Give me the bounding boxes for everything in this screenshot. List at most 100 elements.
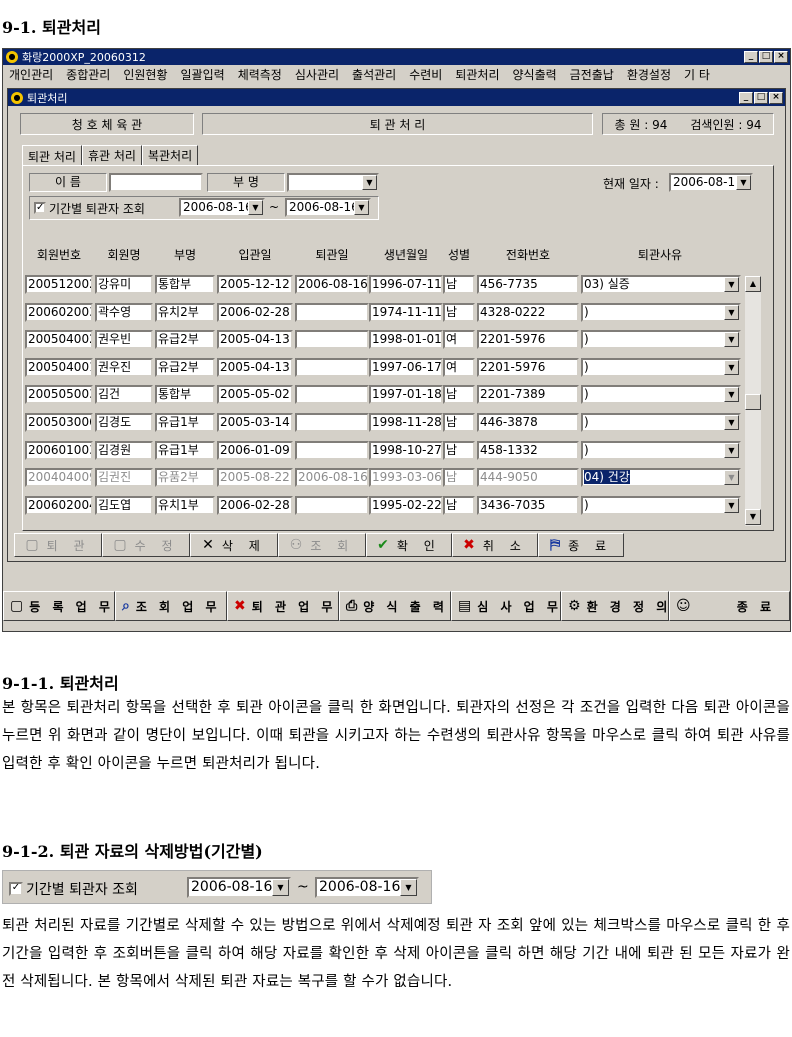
table-row[interactable]: 200505003 김건 통합부 2005-05-02 1997-01-18 남 2201-…: [23, 384, 743, 406]
child-close-icon[interactable]: ×: [769, 91, 783, 104]
table-row[interactable]: 200404009 김권진 유품2부 2005-08-22 2006-08-16 1993…: [23, 467, 743, 489]
menu-item[interactable]: 체력측정: [238, 66, 282, 83]
chevron-down-icon[interactable]: ▼: [724, 359, 739, 375]
cell-reason[interactable]: 03) 실증 ▼: [581, 275, 741, 294]
withdraw-button[interactable]: ▢ 퇴 관: [14, 533, 102, 557]
cell-birth[interactable]: 1974-11-11: [369, 302, 443, 322]
cell-sex[interactable]: 남: [443, 468, 475, 488]
cell-in[interactable]: 2006-02-28: [217, 495, 293, 515]
cell-in[interactable]: 2005-03-14: [217, 413, 293, 432]
withdraw-task-button[interactable]: ✖ 퇴 관 업 무: [227, 591, 339, 621]
menu-item[interactable]: 금전출납: [570, 66, 614, 83]
chevron-down-icon[interactable]: ▼: [362, 175, 377, 190]
close-button[interactable]: ⛿ 종 료: [538, 533, 624, 557]
snippet-to-select[interactable]: 2006-08-16 ▼: [315, 877, 419, 898]
cell-reason[interactable]: ) ▼: [581, 413, 741, 432]
cell-name[interactable]: 곽수영: [95, 302, 153, 322]
maximize-icon[interactable]: □: [759, 51, 773, 63]
today-select[interactable]: 2006-08-16 ▼: [669, 173, 753, 192]
menu-item[interactable]: 환경설정: [627, 66, 671, 83]
period-from-select[interactable]: 2006-08-16 ▼: [179, 198, 265, 217]
menu-item[interactable]: 기 타: [684, 66, 710, 83]
menu-item[interactable]: 종합관리: [66, 66, 110, 83]
cell-no[interactable]: 200601003: [25, 440, 93, 460]
exam-button[interactable]: ▤ 심 사 업 무: [451, 591, 561, 621]
chevron-down-icon[interactable]: ▼: [724, 442, 739, 458]
cell-sex[interactable]: 남: [443, 495, 475, 515]
dept-select[interactable]: ▼: [287, 173, 379, 192]
menu-item[interactable]: 퇴관처리: [455, 66, 499, 83]
cell-no[interactable]: 200503006: [25, 413, 93, 432]
menu-item[interactable]: 양식출력: [513, 66, 557, 83]
cell-name[interactable]: 김경도: [95, 413, 153, 432]
cell-reason[interactable]: ) ▼: [581, 330, 741, 350]
cell-reason[interactable]: ) ▼: [581, 357, 741, 377]
cell-birth[interactable]: 1997-01-18: [369, 385, 443, 405]
chevron-down-icon[interactable]: ▼: [724, 415, 739, 430]
cell-reason[interactable]: 04) 건강 ▼: [581, 468, 741, 488]
cell-no[interactable]: 200505003: [25, 385, 93, 405]
cell-name[interactable]: 김경원: [95, 440, 153, 460]
close-icon[interactable]: ×: [774, 51, 788, 63]
snippet-checkbox[interactable]: ✓: [9, 882, 23, 896]
cell-sex[interactable]: 남: [443, 413, 475, 432]
cell-tel[interactable]: 456-7735: [477, 275, 579, 294]
cell-out[interactable]: 2006-08-16: [295, 275, 369, 294]
scroll-down-icon[interactable]: ▼: [745, 509, 761, 525]
minimize-icon[interactable]: _: [744, 51, 758, 63]
cell-out[interactable]: [295, 357, 369, 377]
child-maximize-icon[interactable]: □: [754, 91, 768, 104]
cell-reason[interactable]: ) ▼: [581, 495, 741, 515]
table-row[interactable]: 200512002 강유미 통합부 2005-12-12 2006-08-16 1996-…: [23, 274, 743, 296]
scroll-thumb[interactable]: [745, 394, 761, 410]
cell-dept[interactable]: 유치2부: [155, 302, 215, 322]
cell-reason[interactable]: ) ▼: [581, 302, 741, 322]
cell-tel[interactable]: 2201-7389: [477, 385, 579, 405]
cell-out[interactable]: [295, 385, 369, 405]
cell-tel[interactable]: 444-9050: [477, 468, 579, 488]
cell-name[interactable]: 권우진: [95, 357, 153, 377]
cell-in[interactable]: 2005-08-22: [217, 468, 293, 488]
cell-birth[interactable]: 1995-02-22: [369, 495, 443, 515]
cell-out[interactable]: [295, 302, 369, 322]
cell-birth[interactable]: 1997-06-17: [369, 357, 443, 377]
cell-no[interactable]: 200504001: [25, 357, 93, 377]
cell-in[interactable]: 2005-05-02: [217, 385, 293, 405]
cell-no[interactable]: 200512002: [25, 275, 93, 294]
cell-sex[interactable]: 남: [443, 440, 475, 460]
tab-pause[interactable]: 휴관 처리: [81, 145, 142, 166]
cell-dept[interactable]: 유치1부: [155, 495, 215, 515]
chevron-down-icon[interactable]: ▼: [272, 879, 289, 896]
cell-birth[interactable]: 1998-10-27: [369, 440, 443, 460]
menu-item[interactable]: 개인관리: [9, 66, 53, 83]
cell-in[interactable]: 2005-04-13: [217, 357, 293, 377]
cell-name[interactable]: 권우빈: [95, 330, 153, 350]
cell-out[interactable]: [295, 413, 369, 432]
chevron-down-icon[interactable]: ▼: [400, 879, 417, 896]
chevron-down-icon[interactable]: ▼: [724, 277, 739, 292]
cell-in[interactable]: 2005-12-12: [217, 275, 293, 294]
cell-name[interactable]: 김도엽: [95, 495, 153, 515]
cell-out[interactable]: 2006-08-16: [295, 468, 369, 488]
table-row[interactable]: 200601003 김경원 유급1부 2006-01-09 1998-10-27 남 458…: [23, 440, 743, 462]
cell-dept[interactable]: 유급1부: [155, 413, 215, 432]
period-to-select[interactable]: 2006-08-16 ▼: [285, 198, 371, 217]
cell-sex[interactable]: 여: [443, 357, 475, 377]
cell-dept[interactable]: 유급2부: [155, 330, 215, 350]
chevron-down-icon[interactable]: ▼: [248, 200, 263, 215]
table-row[interactable]: 200602003 곽수영 유치2부 2006-02-28 1974-11-11 남 432…: [23, 302, 743, 324]
cell-dept[interactable]: 유품2부: [155, 468, 215, 488]
cell-in[interactable]: 2005-04-13: [217, 330, 293, 350]
delete-button[interactable]: ✕ 삭 제: [190, 533, 278, 557]
period-checkbox[interactable]: ✓: [34, 202, 46, 214]
exit-button[interactable]: ☺ 종 료: [669, 591, 790, 621]
menu-item[interactable]: 인원현황: [123, 66, 167, 83]
inquiry-button[interactable]: ⌕ 조 회 업 무: [115, 591, 227, 621]
cell-out[interactable]: [295, 495, 369, 515]
cell-in[interactable]: 2006-01-09: [217, 440, 293, 460]
cell-dept[interactable]: 유급2부: [155, 357, 215, 377]
cell-no[interactable]: 200602004: [25, 495, 93, 515]
name-input[interactable]: [109, 173, 203, 192]
menu-item[interactable]: 출석관리: [352, 66, 396, 83]
cell-reason[interactable]: ) ▼: [581, 440, 741, 460]
